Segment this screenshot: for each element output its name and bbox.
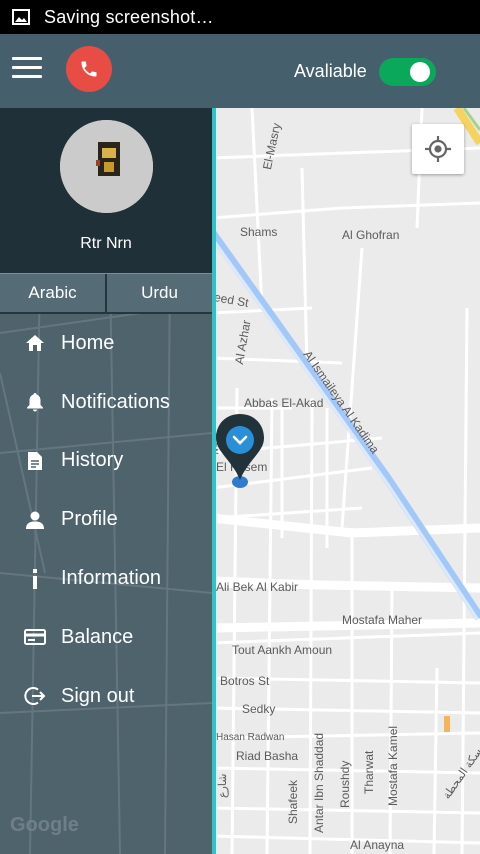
menu-item-label: History xyxy=(61,449,124,472)
map-label: Ali Bek Al Kabir xyxy=(216,580,299,594)
crosshair-icon xyxy=(425,136,451,162)
navigation-drawer: Rtr Nrn Arabic Urdu Home Notifications H… xyxy=(0,108,212,854)
screenshot-icon xyxy=(12,9,30,25)
info-icon xyxy=(24,568,46,590)
menu-item-sign-out[interactable]: Sign out xyxy=(0,667,212,726)
menu-item-label: Sign out xyxy=(61,684,135,707)
map-label: Al Ghofran xyxy=(342,228,400,242)
availability-label: Avaliable xyxy=(294,61,367,81)
toggle-knob xyxy=(410,62,430,82)
map-label: Al Anayna xyxy=(350,838,405,852)
menu-item-label: Information xyxy=(61,567,162,590)
document-icon xyxy=(24,450,46,472)
menu-item-label: Balance xyxy=(61,625,134,648)
drawer-menu: Home Notifications History Profile Infor… xyxy=(0,314,212,726)
map-label: Tharwat xyxy=(362,750,376,794)
map-label: Shams xyxy=(240,225,278,239)
menu-item-profile[interactable]: Profile xyxy=(0,490,212,549)
menu-item-notifications[interactable]: Notifications xyxy=(0,373,212,432)
map-label: Riad Basha xyxy=(236,749,299,763)
status-text: Saving screenshot… xyxy=(44,6,214,27)
menu-item-balance[interactable]: Balance xyxy=(0,608,212,667)
sign-out-icon xyxy=(24,685,46,707)
map-label: Shafeek xyxy=(286,779,300,824)
map-label: Mostafa Maher xyxy=(342,613,423,627)
phone-icon xyxy=(81,61,97,77)
language-urdu-button[interactable]: Urdu xyxy=(105,274,212,312)
profile-header: Rtr Nrn xyxy=(0,108,212,273)
availability-toggle[interactable] xyxy=(379,58,436,86)
card-icon xyxy=(24,626,46,648)
map-label: Abbas El-Akad xyxy=(244,396,324,410)
map-label: Mostafa Kamel xyxy=(386,725,400,806)
menu-item-information[interactable]: Information xyxy=(0,549,212,608)
menu-item-home[interactable]: Home xyxy=(0,314,212,373)
app-bar: Avaliable xyxy=(0,34,480,108)
my-location-button[interactable] xyxy=(412,124,464,174)
map-label: Antar Ibn Shaddad xyxy=(312,732,326,833)
location-pin-icon[interactable] xyxy=(214,412,266,490)
menu-item-label: Home xyxy=(61,331,115,354)
call-button[interactable] xyxy=(66,46,112,92)
menu-item-label: Notifications xyxy=(61,390,170,413)
map-label: Hasan Radwan xyxy=(216,732,285,743)
language-arabic-button[interactable]: Arabic xyxy=(0,274,105,312)
person-icon xyxy=(24,509,46,531)
menu-item-label: Profile xyxy=(61,508,118,531)
menu-item-history[interactable]: History xyxy=(0,432,212,491)
avatar-image xyxy=(60,120,153,213)
bell-icon xyxy=(24,391,46,413)
map-label: Roushdy xyxy=(338,760,352,808)
language-selector: Arabic Urdu xyxy=(0,273,212,314)
hamburger-menu-icon[interactable] xyxy=(12,57,42,83)
avatar[interactable] xyxy=(60,120,153,213)
map-label: Sedky xyxy=(242,702,276,716)
user-name: Rtr Nrn xyxy=(80,235,132,252)
map-label: شارع xyxy=(217,773,229,798)
home-icon xyxy=(24,332,46,354)
map-label: Botros St xyxy=(220,674,270,688)
google-watermark: Google xyxy=(10,814,79,836)
status-bar: Saving screenshot… xyxy=(0,0,480,34)
map-label: Tout Aankh Amoun xyxy=(232,643,333,657)
